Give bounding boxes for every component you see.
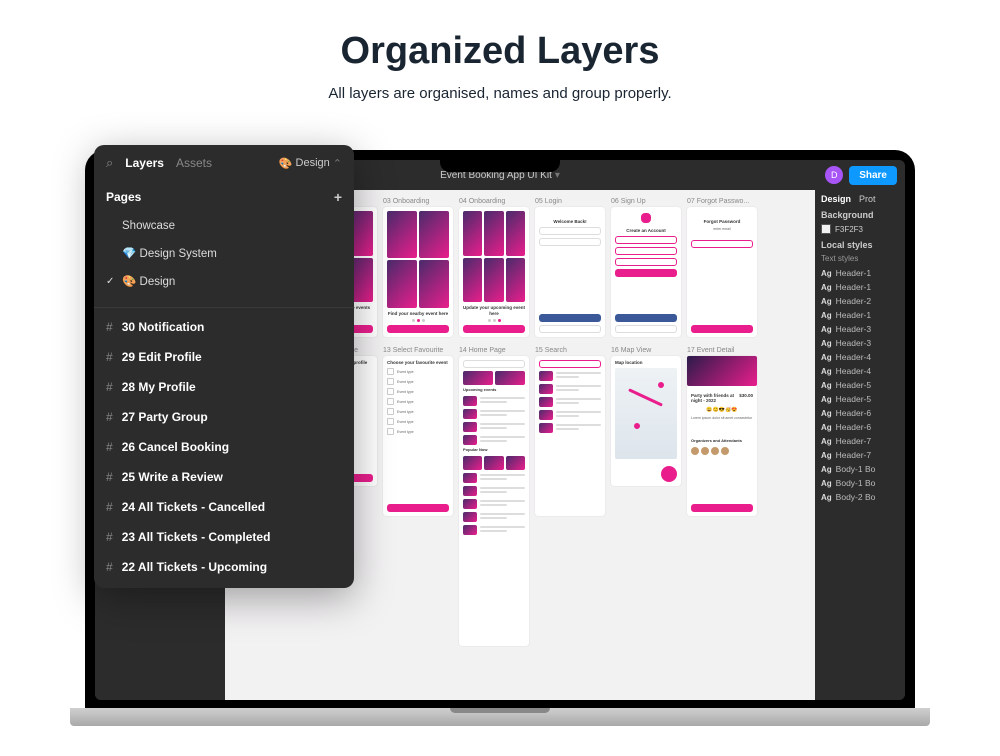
text-style[interactable]: AgBody-1 Bo (821, 462, 899, 476)
frame-item[interactable]: #25 Write a Review (94, 462, 354, 492)
frame-item[interactable]: #29 Edit Profile (94, 342, 354, 372)
frame-item[interactable]: #30 Notification (94, 312, 354, 342)
laptop-base (70, 708, 930, 726)
artboard[interactable]: 16 Map ViewMap location (611, 347, 681, 486)
layers-panel: ⌕ Layers Assets 🎨 Design ⌃ Pages + Showc… (94, 145, 354, 588)
tab-layers[interactable]: Layers (125, 156, 164, 170)
page-subtitle: All layers are organised, names and grou… (0, 85, 1000, 102)
tab-prototype[interactable]: Prot (859, 194, 876, 204)
artboard[interactable]: 07 Forgot Passwo...Forgot Passwordenter … (687, 198, 757, 337)
text-styles-label: Text styles (821, 254, 899, 263)
text-style[interactable]: AgHeader-3 (821, 322, 899, 336)
avatar[interactable]: D (825, 166, 843, 184)
background-label: Background (821, 210, 899, 220)
laptop-notch (440, 160, 560, 172)
text-style[interactable]: AgBody-1 Bo (821, 476, 899, 490)
text-style[interactable]: AgBody-2 Bo (821, 490, 899, 504)
text-style[interactable]: AgHeader-5 (821, 392, 899, 406)
text-style[interactable]: AgHeader-4 (821, 350, 899, 364)
artboard[interactable]: 14 Home PageUpcoming eventsPopular Now (459, 347, 529, 646)
artboard[interactable]: 05 LoginWelcome Back! (535, 198, 605, 337)
hash-icon: # (106, 380, 113, 394)
hash-icon: # (106, 410, 113, 424)
frame-item[interactable]: #26 Cancel Booking (94, 432, 354, 462)
text-style[interactable]: AgHeader-3 (821, 336, 899, 350)
artboard[interactable]: 06 Sign UpCreate an Account (611, 198, 681, 337)
right-panel: Design Prot Background F3F2F3 Local styl… (815, 190, 905, 700)
tab-design[interactable]: Design (821, 194, 851, 204)
text-style[interactable]: AgHeader-1 (821, 266, 899, 280)
pages-header: Pages (106, 190, 141, 204)
artboard[interactable]: 03 OnboardingFind your nearby event here (383, 198, 453, 337)
text-style[interactable]: AgHeader-4 (821, 364, 899, 378)
text-style[interactable]: AgHeader-1 (821, 280, 899, 294)
hash-icon: # (106, 320, 113, 334)
text-style[interactable]: AgHeader-7 (821, 448, 899, 462)
frame-item[interactable]: #28 My Profile (94, 372, 354, 402)
page-title: Organized Layers (0, 30, 1000, 73)
background-swatch[interactable]: F3F2F3 (821, 224, 899, 234)
hash-icon: # (106, 500, 113, 514)
artboard[interactable]: 04 OnboardingUpdate your upcoming event … (459, 198, 529, 337)
local-styles-label: Local styles (821, 240, 899, 250)
hash-icon: # (106, 560, 113, 574)
search-icon[interactable]: ⌕ (106, 155, 113, 171)
hash-icon: # (106, 470, 113, 484)
page-item[interactable]: Showcase (94, 213, 354, 239)
page-selector[interactable]: 🎨 Design ⌃ (279, 157, 342, 170)
share-button[interactable]: Share (849, 166, 897, 185)
text-style[interactable]: AgHeader-5 (821, 378, 899, 392)
tab-assets[interactable]: Assets (176, 156, 212, 170)
artboard[interactable]: 15 Search (535, 347, 605, 516)
text-style[interactable]: AgHeader-1 (821, 308, 899, 322)
frame-item[interactable]: #24 All Tickets - Cancelled (94, 492, 354, 522)
hero: Organized Layers All layers are organise… (0, 0, 1000, 102)
text-style[interactable]: AgHeader-6 (821, 406, 899, 420)
hash-icon: # (106, 440, 113, 454)
frame-item[interactable]: #27 Party Group (94, 402, 354, 432)
text-style[interactable]: AgHeader-6 (821, 420, 899, 434)
hash-icon: # (106, 350, 113, 364)
hash-icon: # (106, 530, 113, 544)
page-item[interactable]: 🎨 Design (94, 267, 354, 295)
text-style[interactable]: AgHeader-2 (821, 294, 899, 308)
frame-item[interactable]: #23 All Tickets - Completed (94, 522, 354, 552)
add-page-button[interactable]: + (334, 189, 342, 205)
frame-item[interactable]: #22 All Tickets - Upcoming (94, 552, 354, 582)
artboard[interactable]: 17 Event DetailParty with friends at nig… (687, 347, 757, 516)
artboard[interactable]: 13 Select FavouriteChoose your favourite… (383, 347, 453, 516)
text-style[interactable]: AgHeader-7 (821, 434, 899, 448)
page-item[interactable]: 💎 Design System (94, 239, 354, 267)
